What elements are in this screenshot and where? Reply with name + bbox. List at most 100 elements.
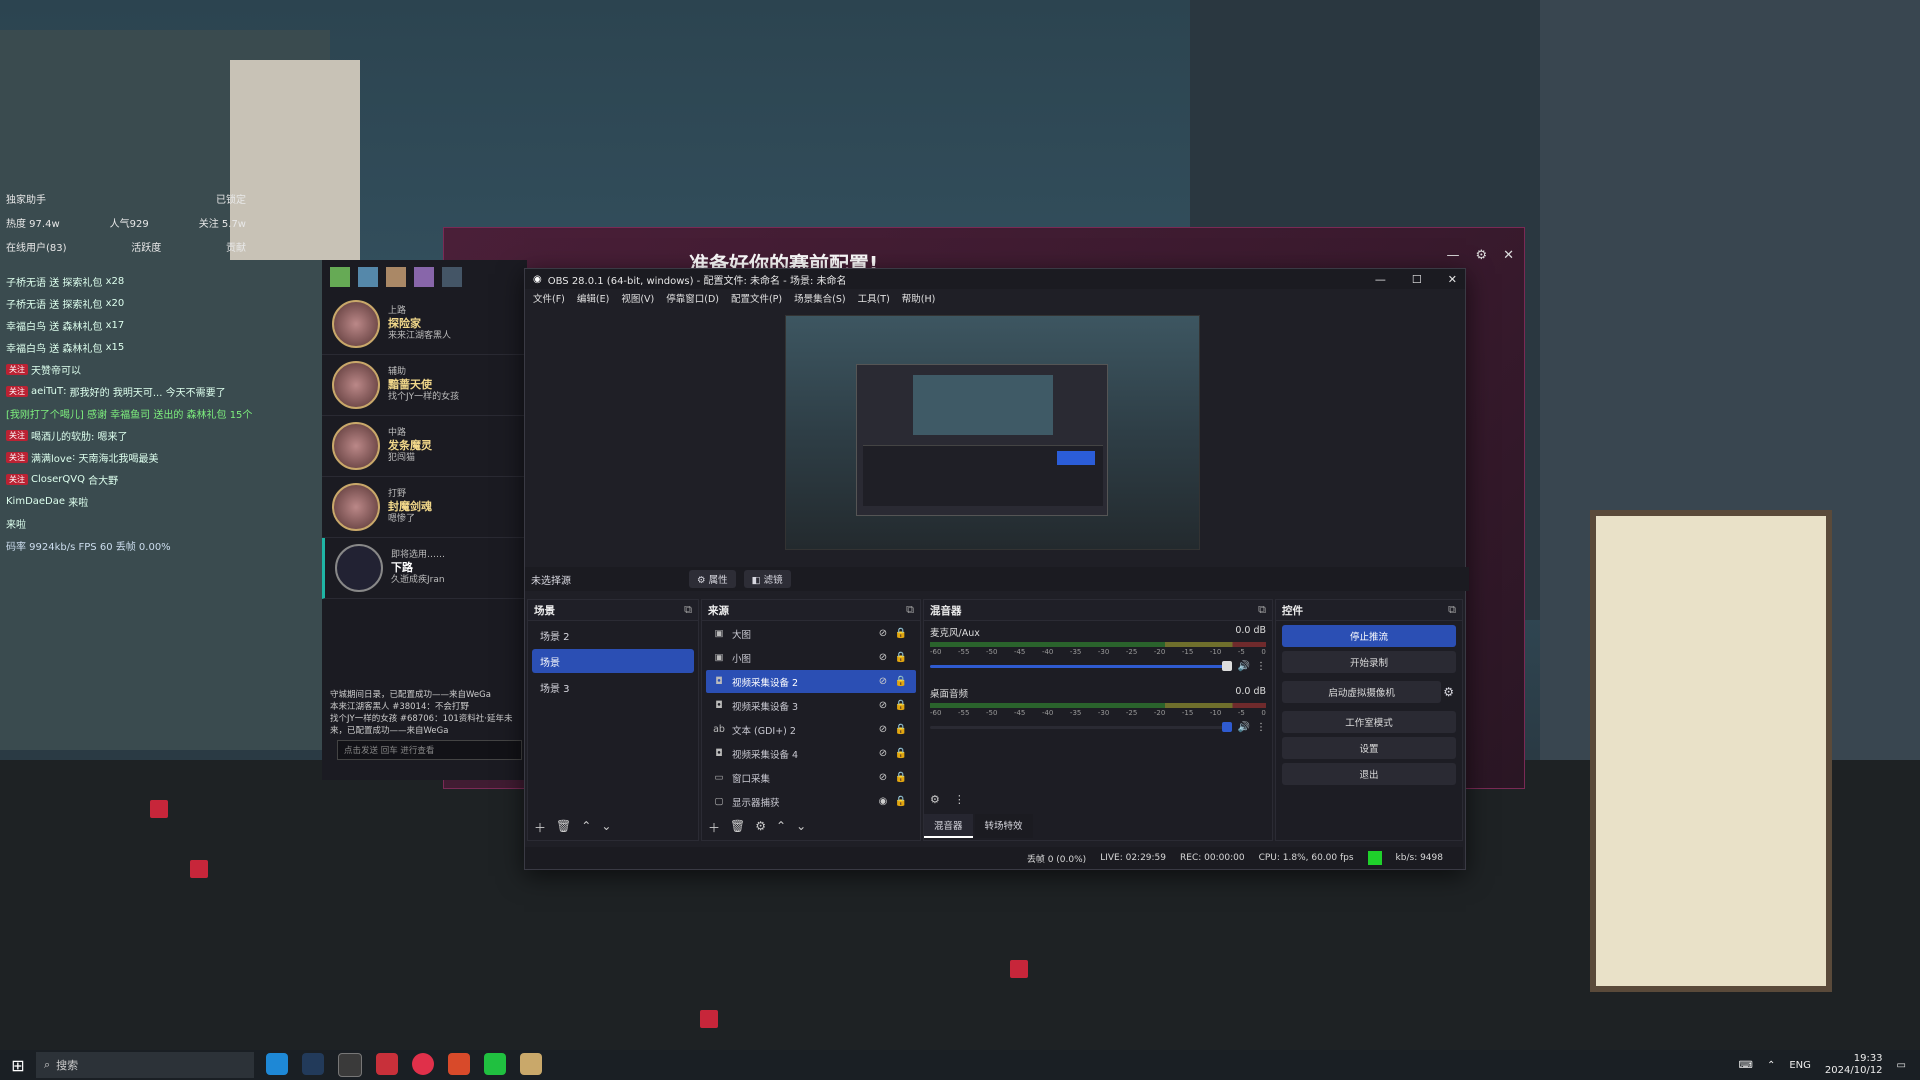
settings-button[interactable]: 设置 (1282, 737, 1456, 759)
league-client-icon[interactable] (520, 1053, 542, 1075)
lock-icon[interactable]: 🔒 (892, 772, 910, 783)
source-item[interactable]: ▣ 小图 ⊘ 🔒 (706, 646, 916, 669)
volume-fader[interactable]: 🔊 ⋮ (930, 660, 1266, 672)
windows-start-icon[interactable]: ⊞ (0, 1056, 36, 1075)
eye-hidden-icon[interactable]: ⊘ (874, 676, 892, 687)
language-indicator[interactable]: ENG (1789, 1060, 1811, 1071)
source-item[interactable]: ▢ 显示器捕获 ◉ 🔒 (706, 790, 916, 813)
eye-hidden-icon[interactable]: ⊘ (874, 700, 892, 711)
menu-profile[interactable]: 配置文件(P) (731, 291, 782, 305)
menu-edit[interactable]: 编辑(E) (577, 291, 609, 305)
gear-icon[interactable]: ⚙ (1475, 248, 1487, 263)
menu-view[interactable]: 视图(V) (621, 291, 654, 305)
lock-icon[interactable]: 🔒 (892, 628, 910, 639)
maximize-icon[interactable]: ☐ (1412, 273, 1422, 286)
champion-slot[interactable]: 打野 封魔剑魂 嗯惨了 (322, 477, 527, 538)
obs-taskbar-icon[interactable] (338, 1053, 362, 1077)
menu-help[interactable]: 帮助(H) (902, 291, 936, 305)
scene-item[interactable]: 场景 3 (532, 675, 694, 699)
app-red-icon[interactable] (376, 1053, 398, 1075)
lock-icon[interactable]: 🔒 (892, 724, 910, 735)
kebab-menu-icon[interactable]: ⋮ (1256, 722, 1266, 733)
chevron-up-icon[interactable]: ⌃ (776, 819, 786, 836)
chevron-down-icon[interactable]: ⌄ (601, 819, 611, 836)
eye-hidden-icon[interactable]: ⊘ (874, 748, 892, 759)
app-orange-icon[interactable] (448, 1053, 470, 1075)
close-icon[interactable]: ✕ (1503, 248, 1514, 263)
eye-hidden-icon[interactable]: ⊘ (874, 628, 892, 639)
lock-icon[interactable]: 🔒 (892, 676, 910, 687)
chevron-up-icon[interactable]: ⌃ (1767, 1060, 1775, 1071)
scene-item[interactable]: 场景 2 (532, 623, 694, 647)
obs-menubar: 文件(F) 编辑(E) 视图(V) 停靠窗口(D) 配置文件(P) 场景集合(S… (525, 289, 1465, 307)
wechat-icon[interactable] (484, 1053, 506, 1075)
champion-slot[interactable]: 中路 发条魔灵 犯闯猫 (322, 416, 527, 477)
undock-icon[interactable]: ⧉ (684, 603, 692, 617)
menu-file[interactable]: 文件(F) (533, 291, 565, 305)
lock-icon[interactable]: 🔒 (892, 652, 910, 663)
undock-icon[interactable]: ⧉ (1258, 603, 1266, 617)
source-item[interactable]: ◘ 视频采集设备 4 ⊘ 🔒 (706, 742, 916, 765)
tab-mixer[interactable]: 混音器 (924, 814, 973, 838)
player-name: 找个JY一样的女孩 (388, 391, 460, 402)
gear-icon[interactable]: ⚙ (1443, 685, 1454, 699)
chat-input[interactable]: 点击发送 回车 进行查看 (337, 740, 522, 760)
filter-icon: ◧ (751, 575, 761, 586)
studio-mode-button[interactable]: 工作室模式 (1282, 711, 1456, 733)
notification-icon[interactable]: ▭ (1897, 1060, 1906, 1071)
keyboard-icon[interactable]: ⌨ (1739, 1060, 1753, 1071)
champion-slot-active[interactable]: 即将选用…… 下路 久逝成疾Jran (322, 538, 527, 599)
taskbar-search[interactable]: ⌕ 搜索 (36, 1052, 254, 1078)
filters-button[interactable]: ◧ 滤镜 (743, 570, 791, 588)
start-recording-button[interactable]: 开始录制 (1282, 651, 1456, 673)
source-item[interactable]: ▣ 大图 ⊘ 🔒 (706, 622, 916, 645)
stop-streaming-button[interactable]: 停止推流 (1282, 625, 1456, 647)
champion-slot[interactable]: 辅助 黯蔷天使 找个JY一样的女孩 (322, 355, 527, 416)
start-virtual-camera-button[interactable]: 启动虚拟摄像机 (1282, 681, 1442, 703)
source-item[interactable]: ab 文本 (GDI+) 2 ⊘ 🔒 (706, 718, 916, 741)
eye-hidden-icon[interactable]: ⊘ (874, 652, 892, 663)
eye-hidden-icon[interactable]: ⊘ (874, 772, 892, 783)
trash-icon[interactable]: 🗑 (730, 819, 745, 836)
undock-icon[interactable]: ⧉ (1448, 603, 1456, 617)
gear-icon[interactable]: ⚙ (755, 819, 766, 836)
close-icon[interactable]: ✕ (1448, 273, 1457, 286)
minimize-icon[interactable]: — (1375, 273, 1386, 286)
kebab-menu-icon[interactable]: ⋮ (954, 793, 965, 806)
add-icon[interactable]: ＋ (708, 819, 720, 836)
scene-item-selected[interactable]: 场景 (532, 649, 694, 673)
steam-icon[interactable] (302, 1053, 324, 1075)
clock[interactable]: 19:33 2024/10/12 (1825, 1053, 1883, 1077)
exit-button[interactable]: 退出 (1282, 763, 1456, 785)
source-item[interactable]: ◘ 视频采集设备 3 ⊘ 🔒 (706, 694, 916, 717)
speaker-icon[interactable]: 🔊 (1238, 722, 1250, 733)
fader-knob[interactable] (1221, 660, 1232, 671)
source-item[interactable]: ▭ 窗口采集 ⊘ 🔒 (706, 766, 916, 789)
chevron-up-icon[interactable]: ⌃ (581, 819, 591, 836)
fader-knob[interactable] (1221, 721, 1232, 732)
source-item-selected[interactable]: ◘ 视频采集设备 2 ⊘ 🔒 (706, 670, 916, 693)
properties-button[interactable]: ⚙ 属性 (689, 570, 736, 588)
undock-icon[interactable]: ⧉ (906, 603, 914, 617)
menu-scene-collection[interactable]: 场景集合(S) (794, 291, 845, 305)
gear-icon[interactable]: ⚙ (930, 793, 940, 806)
eye-icon[interactable]: ◉ (874, 796, 892, 807)
chevron-down-icon[interactable]: ⌄ (796, 819, 806, 836)
menu-docks[interactable]: 停靠窗口(D) (666, 291, 719, 305)
lock-icon[interactable]: 🔒 (892, 748, 910, 759)
obs-preview[interactable] (785, 315, 1200, 550)
speaker-icon[interactable]: 🔊 (1238, 661, 1250, 672)
tab-transitions[interactable]: 转场特效 (974, 814, 1033, 838)
eye-hidden-icon[interactable]: ⊘ (874, 724, 892, 735)
trash-icon[interactable]: 🗑 (556, 819, 571, 836)
kebab-menu-icon[interactable]: ⋮ (1256, 661, 1266, 672)
edge-icon[interactable] (266, 1053, 288, 1075)
add-icon[interactable]: ＋ (534, 819, 546, 836)
netease-music-icon[interactable] (412, 1053, 434, 1075)
lock-icon[interactable]: 🔒 (892, 796, 910, 807)
volume-fader[interactable]: 🔊 ⋮ (930, 721, 1266, 733)
menu-tools[interactable]: 工具(T) (858, 291, 890, 305)
lock-icon[interactable]: 🔒 (892, 700, 910, 711)
champion-slot[interactable]: 上路 探险家 来来江湖客黑人 (322, 294, 527, 355)
minimize-icon[interactable]: — (1446, 248, 1459, 263)
